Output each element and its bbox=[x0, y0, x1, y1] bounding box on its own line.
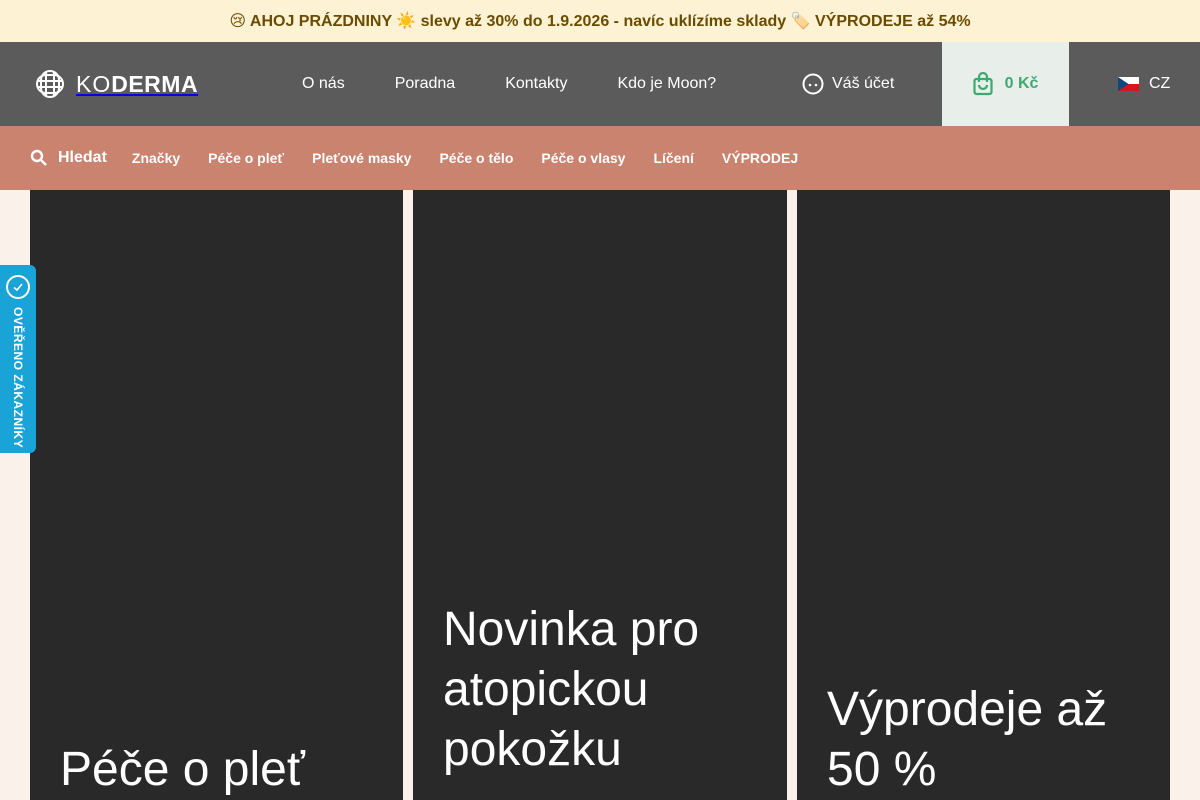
category-link-znacky[interactable]: Značky bbox=[132, 150, 180, 166]
nav-link-poradna[interactable]: Poradna bbox=[395, 75, 456, 93]
promo-link[interactable]: 😢 AHOJ PRÁZDNINY ☀️ slevy až 30% do 1.9.… bbox=[229, 11, 970, 31]
account-button[interactable]: Váš účet bbox=[802, 42, 894, 126]
user-face-icon bbox=[802, 73, 824, 95]
site-header: KODERMA O nás Poradna Kontakty Kdo je Mo… bbox=[0, 42, 1200, 126]
language-switcher[interactable]: CZ bbox=[1118, 42, 1170, 126]
shopping-bag-icon bbox=[972, 72, 993, 96]
promo-banner[interactable]: 😢 AHOJ PRÁZDNINY ☀️ slevy až 30% do 1.9.… bbox=[0, 0, 1200, 42]
promo-tile-novinka[interactable]: Novinka pro atopickou pokožku bbox=[413, 190, 787, 800]
tile-title: Péče o pleť bbox=[60, 743, 305, 796]
logo-wordmark-thin: KO bbox=[76, 70, 112, 97]
czech-flag-icon bbox=[1118, 77, 1139, 91]
category-link-pece-o-telo[interactable]: Péče o tělo bbox=[439, 150, 513, 166]
logo-wordmark-bold: DERMA bbox=[111, 70, 199, 97]
verified-seal-icon bbox=[6, 275, 30, 299]
category-link-vyprodej[interactable]: VÝPRODEJ bbox=[722, 150, 798, 166]
main-nav: O nás Poradna Kontakty Kdo je Moon? bbox=[302, 42, 766, 126]
language-code: CZ bbox=[1149, 75, 1171, 92]
category-link-pece-o-vlasy[interactable]: Péče o vlasy bbox=[541, 150, 625, 166]
logo-wordmark: KODERMA bbox=[76, 71, 198, 98]
nav-link-o-nas[interactable]: O nás bbox=[302, 75, 345, 93]
badge-label: OVĚŘENO ZÁKAZNÍKY bbox=[11, 307, 25, 449]
category-nav: Hledat Značky Péče o pleť Pleťové masky … bbox=[0, 126, 1200, 190]
koderma-knot-icon bbox=[36, 70, 64, 98]
search-icon bbox=[30, 149, 47, 166]
account-label: Váš účet bbox=[832, 75, 895, 92]
cart-button[interactable]: 0 Kč bbox=[942, 42, 1069, 126]
nav-link-kontakty[interactable]: Kontakty bbox=[505, 75, 567, 93]
tile-title: Novinka pro atopickou pokožku bbox=[443, 603, 700, 776]
koderma-logo[interactable]: KODERMA bbox=[30, 64, 198, 104]
promo-tile-vyprodeje[interactable]: Výprodeje až 50 % bbox=[797, 190, 1170, 800]
search-button[interactable]: Hledat bbox=[30, 149, 107, 167]
category-link-liceni[interactable]: Líčení bbox=[653, 150, 693, 166]
category-link-pece-o-plet[interactable]: Péče o pleť bbox=[208, 150, 284, 166]
search-label: Hledat bbox=[58, 149, 107, 166]
category-link-pletove-masky[interactable]: Pleťové masky bbox=[312, 150, 411, 166]
cart-total: 0 Kč bbox=[1004, 75, 1039, 92]
promo-tile-pece-o-plet[interactable]: Péče o pleť bbox=[30, 190, 403, 800]
tile-title: Výprodeje až 50 % bbox=[827, 683, 1108, 796]
nav-link-kdo-je-moon[interactable]: Kdo je Moon? bbox=[617, 75, 716, 93]
verified-by-customers-badge[interactable]: OVĚŘENO ZÁKAZNÍKY bbox=[0, 265, 36, 453]
